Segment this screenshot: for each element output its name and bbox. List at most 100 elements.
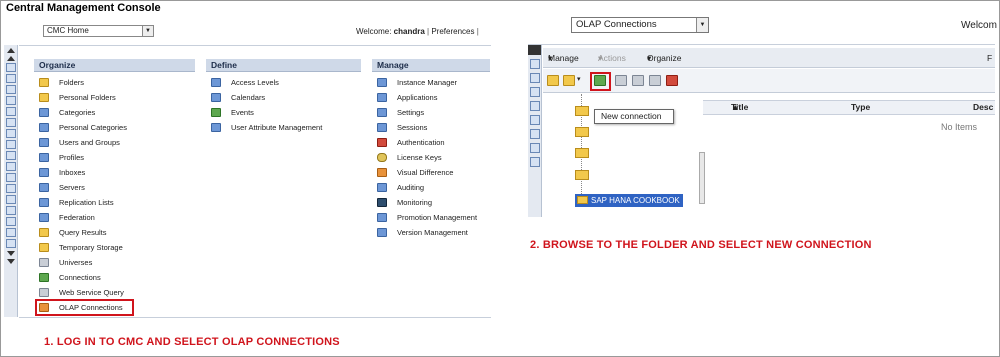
organize-item-folders[interactable]: Folders [34, 75, 195, 90]
organize-item-servers[interactable]: Servers [34, 180, 195, 195]
manage-header: Manage [372, 59, 490, 72]
chevron-down-icon: ▾ [548, 53, 553, 63]
manage-item-authentication[interactable]: Authentication [372, 135, 490, 150]
rail-events-icon[interactable] [6, 173, 16, 182]
rail-users-icon[interactable] [530, 87, 540, 97]
rail-folders-icon[interactable] [6, 74, 16, 83]
chevron-down-icon: ▾ [598, 53, 603, 63]
manage-item-version-management[interactable]: Version Management [372, 225, 490, 240]
organize-item-universes[interactable]: Universes [34, 255, 195, 270]
rail-categories-icon[interactable] [530, 73, 540, 83]
manage-item-visual-difference[interactable]: Visual Difference [372, 165, 490, 180]
scroll-down-icon[interactable] [6, 251, 15, 256]
rail-categories-icon[interactable] [6, 96, 16, 105]
access-levels-icon [211, 78, 221, 87]
auditing-icon [377, 183, 387, 192]
rail-servers-icon[interactable] [6, 129, 16, 138]
rail-info-icon[interactable] [530, 129, 540, 139]
welcome-partial: Welcom [961, 20, 997, 31]
scroll-down-icon[interactable] [6, 259, 15, 264]
organize-item-personal-folders[interactable]: Personal Folders [34, 90, 195, 105]
rail-settings-icon[interactable] [6, 140, 16, 149]
manage-item-sessions[interactable]: Sessions [372, 120, 490, 135]
copy-connection-icon[interactable] [632, 75, 644, 86]
rail-auth-icon[interactable] [6, 151, 16, 160]
rail-users-icon[interactable] [6, 118, 16, 127]
rail-calendar-icon[interactable] [6, 162, 16, 171]
rail-universes-icon[interactable] [6, 228, 16, 237]
scroll-up-icon[interactable] [6, 48, 15, 53]
manage-item-settings[interactable]: Settings [372, 105, 490, 120]
chevron-down-icon[interactable]: ▾ [577, 75, 581, 83]
tree-item-sap-hana-cookbook[interactable]: SAP HANA COOKBOOK [575, 194, 683, 207]
step2-caption: 2. BROWSE TO THE FOLDER AND SELECT NEW C… [530, 239, 872, 251]
define-item-access-levels[interactable]: Access Levels [206, 75, 361, 90]
welcome-label: Welcome: [356, 27, 392, 36]
edit-connection-icon[interactable] [615, 75, 627, 86]
organize-item-temporary-storage[interactable]: Temporary Storage [34, 240, 195, 255]
rail-inbox-icon[interactable] [530, 101, 540, 111]
define-header: Define [206, 59, 361, 72]
manage-item-auditing[interactable]: Auditing [372, 180, 490, 195]
olap-select-value: OLAP Connections [576, 19, 657, 30]
scroll-up-icon[interactable] [528, 50, 541, 55]
tree-folder-icon[interactable] [575, 148, 589, 158]
rail-personal-folders-icon[interactable] [6, 85, 16, 94]
users-icon [39, 138, 49, 147]
rail-connections-icon[interactable] [530, 143, 540, 153]
manage-item-instance-manager[interactable]: Instance Manager [372, 75, 490, 90]
user-attribute-icon [211, 123, 221, 132]
rail-monitor-icon[interactable] [6, 206, 16, 215]
profiles-icon [39, 153, 49, 162]
organize-item-personal-categories[interactable]: Personal Categories [34, 120, 195, 135]
rail-audit-icon[interactable] [6, 195, 16, 204]
rail-connections-icon[interactable] [6, 217, 16, 226]
organize-item-inboxes[interactable]: Inboxes [34, 165, 195, 180]
define-item-events[interactable]: Events [206, 105, 361, 120]
folder-options-icon[interactable] [563, 75, 575, 86]
column-type[interactable]: Type [851, 101, 870, 114]
organize-item-connections[interactable]: Connections [34, 270, 195, 285]
rail-inbox-icon[interactable] [6, 107, 16, 116]
organize-item-federation[interactable]: Federation [34, 210, 195, 225]
authentication-icon [377, 138, 387, 147]
tree-folder-icon[interactable] [575, 170, 589, 180]
categories-icon [39, 108, 49, 117]
olap-connections-select[interactable]: OLAP Connections ▼ [571, 17, 709, 33]
preferences-link[interactable]: Preferences [431, 27, 474, 36]
open-folder-icon [577, 196, 588, 204]
menu-extra[interactable]: F [987, 48, 992, 68]
delete-icon[interactable] [666, 75, 678, 86]
rail-home-icon[interactable] [6, 63, 16, 72]
define-item-user-attribute-management[interactable]: User Attribute Management [206, 120, 361, 135]
folder-icon [39, 78, 49, 87]
home-select[interactable]: CMC Home ▼ [43, 25, 154, 37]
organize-item-web-service-query[interactable]: Web Service Query [34, 285, 195, 300]
new-folder-icon[interactable] [547, 75, 559, 86]
tree-folder-icon[interactable] [575, 106, 589, 116]
define-item-calendars[interactable]: Calendars [206, 90, 361, 105]
scroll-up-icon[interactable] [6, 56, 15, 61]
chevron-down-icon[interactable]: ▼ [696, 18, 708, 32]
organize-item-categories[interactable]: Categories [34, 105, 195, 120]
rail-folders-icon[interactable] [530, 59, 540, 69]
rail-query-icon[interactable] [6, 239, 16, 248]
promotion-icon [377, 213, 387, 222]
rail-servers-icon[interactable] [530, 115, 540, 125]
manage-item-promotion-management[interactable]: Promotion Management [372, 210, 490, 225]
manage-item-license-keys[interactable]: License Keys [372, 150, 490, 165]
grid-header: Title ▲ Type Desc [703, 100, 995, 115]
instance-manager-icon [377, 78, 387, 87]
properties-icon[interactable] [649, 75, 661, 86]
organize-item-replication-lists[interactable]: Replication Lists [34, 195, 195, 210]
chevron-down-icon[interactable]: ▼ [142, 26, 153, 36]
rail-license-icon[interactable] [6, 184, 16, 193]
organize-item-profiles[interactable]: Profiles [34, 150, 195, 165]
column-description[interactable]: Desc [973, 101, 993, 114]
manage-item-applications[interactable]: Applications [372, 90, 490, 105]
tree-folder-icon[interactable] [575, 127, 589, 137]
organize-item-query-results[interactable]: Query Results [34, 225, 195, 240]
rail-lock-icon[interactable] [530, 157, 540, 167]
manage-item-monitoring[interactable]: Monitoring [372, 195, 490, 210]
organize-item-users-groups[interactable]: Users and Groups [34, 135, 195, 150]
